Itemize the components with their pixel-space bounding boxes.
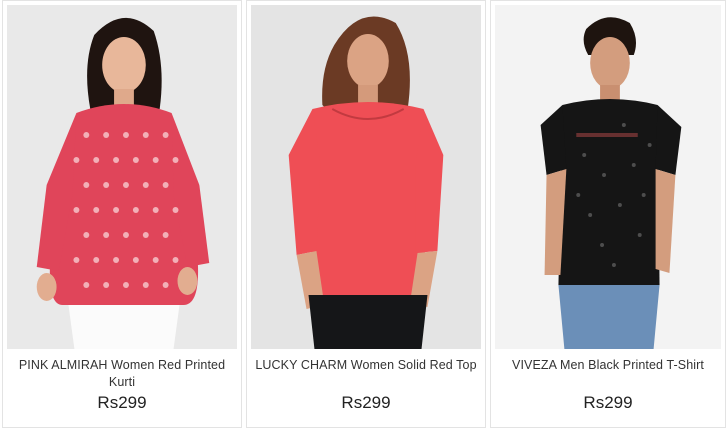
product-photo-black-tshirt	[495, 5, 721, 349]
product-photo-red-top	[251, 5, 481, 349]
product-price: Rs299	[341, 393, 391, 412]
product-image[interactable]	[251, 5, 481, 349]
product-price: Rs299	[97, 393, 147, 412]
product-title[interactable]: PINK ALMIRAH Women Red Printed Kurti	[9, 357, 235, 391]
product-price: Rs299	[583, 393, 633, 412]
product-photo-pink-kurti	[7, 5, 237, 349]
product-card[interactable]: LUCKY CHARM Women Solid Red Top Rs299	[246, 0, 486, 428]
product-title[interactable]: LUCKY CHARM Women Solid Red Top	[253, 357, 479, 374]
product-card[interactable]: PINK ALMIRAH Women Red Printed Kurti Rs2…	[2, 0, 242, 428]
product-title[interactable]: VIVEZA Men Black Printed T-Shirt	[497, 357, 719, 374]
product-grid: PINK ALMIRAH Women Red Printed Kurti Rs2…	[0, 0, 726, 435]
product-card[interactable]: VIVEZA Men Black Printed T-Shirt Rs299	[490, 0, 726, 428]
product-image[interactable]	[7, 5, 237, 349]
product-image[interactable]	[495, 5, 721, 349]
